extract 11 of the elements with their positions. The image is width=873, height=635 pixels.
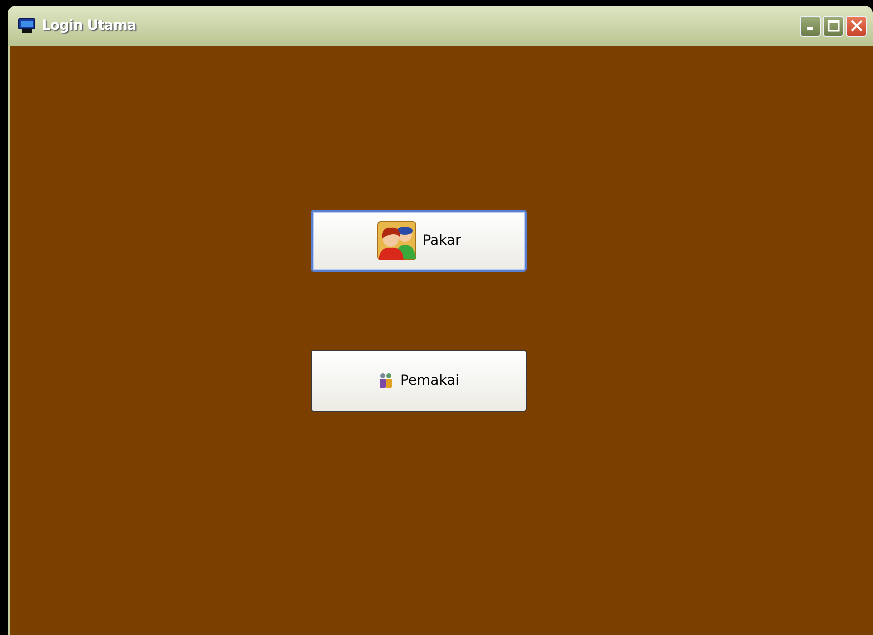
- monitor-icon: [18, 18, 36, 34]
- login-button[interactable]: Pakar: [311, 210, 527, 272]
- people-icon: [378, 373, 394, 389]
- window-title: Login Utama: [42, 18, 136, 34]
- minimize-button[interactable]: [800, 16, 821, 36]
- users-icon: [376, 221, 417, 261]
- close-icon: [850, 20, 862, 32]
- maximize-icon: [828, 20, 840, 32]
- login-button[interactable]: Pemakai: [311, 350, 527, 412]
- close-button[interactable]: [846, 16, 867, 36]
- maximize-button[interactable]: [823, 16, 844, 36]
